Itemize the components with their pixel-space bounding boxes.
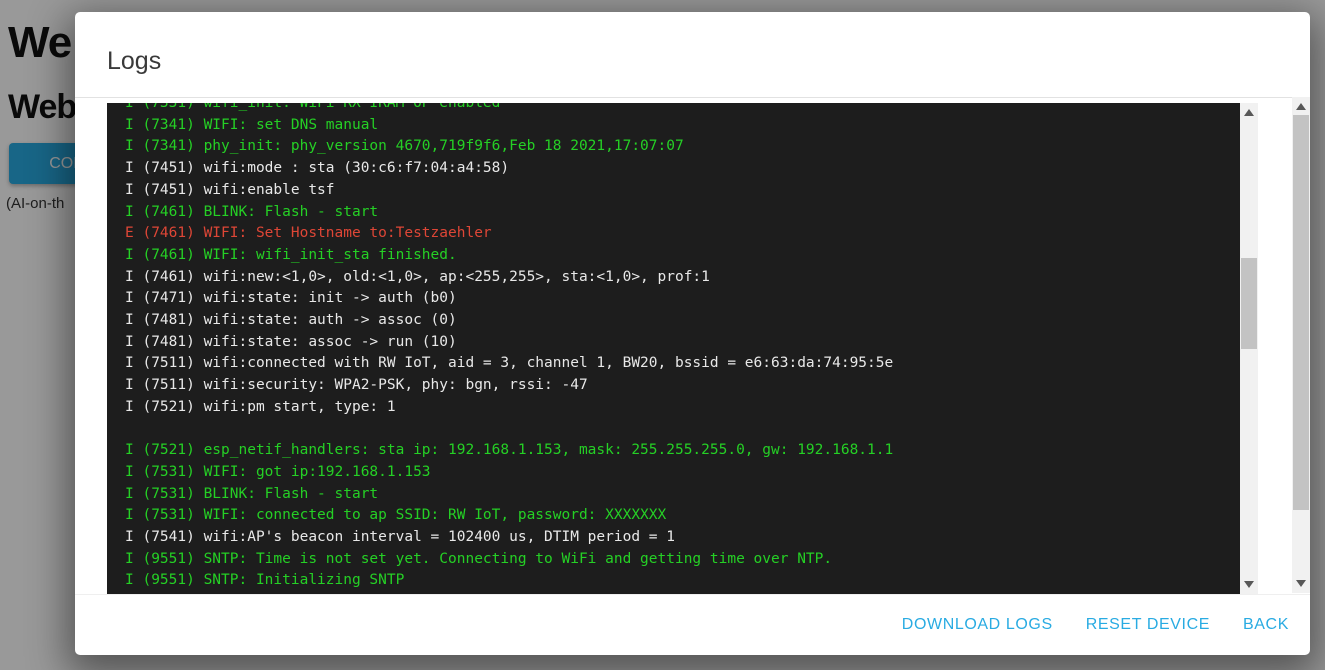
log-line: I (7461) WIFI: wifi_init_sta finished.	[125, 245, 1240, 267]
logs-dialog: Logs I (7331) wifi_init: WiFi RX IRAM OP…	[75, 12, 1310, 655]
log-line: E (7461) WIFI: Set Hostname to:Testzaehl…	[125, 223, 1240, 245]
log-line: I (7461) wifi:new:<1,0>, old:<1,0>, ap:<…	[125, 267, 1240, 289]
log-line: I (7341) phy_init: phy_version 4670,719f…	[125, 136, 1240, 158]
log-line: I (7471) wifi:state: init -> auth (b0)	[125, 288, 1240, 310]
log-line: I (7451) wifi:enable tsf	[125, 180, 1240, 202]
log-line: I (7511) wifi:connected with RW IoT, aid…	[125, 353, 1240, 375]
log-line: I (7511) wifi:security: WPA2-PSK, phy: b…	[125, 375, 1240, 397]
log-line: I (9551) SNTP: Time is not set yet. Conn…	[125, 549, 1240, 571]
log-line: I (7481) wifi:state: auth -> assoc (0)	[125, 310, 1240, 332]
log-line: I (7531) BLINK: Flash - start	[125, 484, 1240, 506]
log-line: I (7331) wifi_init: WiFi RX IRAM OP enab…	[125, 103, 1240, 115]
log-line: I (7521) wifi:pm start, type: 1	[125, 397, 1240, 419]
back-button[interactable]: BACK	[1243, 616, 1289, 634]
log-line: I (7521) esp_netif_handlers: sta ip: 192…	[125, 440, 1240, 462]
download-logs-button[interactable]: DOWNLOAD LOGS	[902, 616, 1053, 634]
log-line: I (7461) BLINK: Flash - start	[125, 202, 1240, 224]
dialog-footer: DOWNLOAD LOGS RESET DEVICE BACK	[75, 594, 1310, 655]
log-line: I (9551) SNTP: Initializing SNTP	[125, 570, 1240, 592]
log-line: I (7341) WIFI: set DNS manual	[125, 115, 1240, 137]
scroll-up-icon[interactable]	[1244, 109, 1254, 116]
log-line	[125, 419, 1240, 441]
log-line: I (7531) WIFI: connected to ap SSID: RW …	[125, 505, 1240, 527]
dialog-scrollbar-thumb[interactable]	[1293, 115, 1309, 510]
log-scrollbar-thumb[interactable]	[1241, 258, 1257, 349]
dialog-header: Logs	[75, 12, 1310, 97]
reset-device-button[interactable]: RESET DEVICE	[1086, 616, 1210, 634]
log-line: I (7541) wifi:AP's beacon interval = 102…	[125, 527, 1240, 549]
scroll-down-icon[interactable]	[1244, 581, 1254, 588]
dialog-title: Logs	[107, 47, 161, 76]
scroll-up-icon[interactable]	[1296, 103, 1306, 110]
log-output-console[interactable]: I (7331) wifi_init: WiFi RX IRAM OP enab…	[107, 103, 1240, 594]
log-scrollbar[interactable]	[1240, 103, 1258, 594]
dialog-body: I (7331) wifi_init: WiFi RX IRAM OP enab…	[75, 98, 1310, 594]
log-line: I (7481) wifi:state: assoc -> run (10)	[125, 332, 1240, 354]
log-lines-container: I (7331) wifi_init: WiFi RX IRAM OP enab…	[107, 103, 1240, 592]
scroll-down-icon[interactable]	[1296, 580, 1306, 587]
dialog-scrollbar[interactable]	[1292, 97, 1310, 593]
log-line: I (7531) WIFI: got ip:192.168.1.153	[125, 462, 1240, 484]
log-line: I (7451) wifi:mode : sta (30:c6:f7:04:a4…	[125, 158, 1240, 180]
